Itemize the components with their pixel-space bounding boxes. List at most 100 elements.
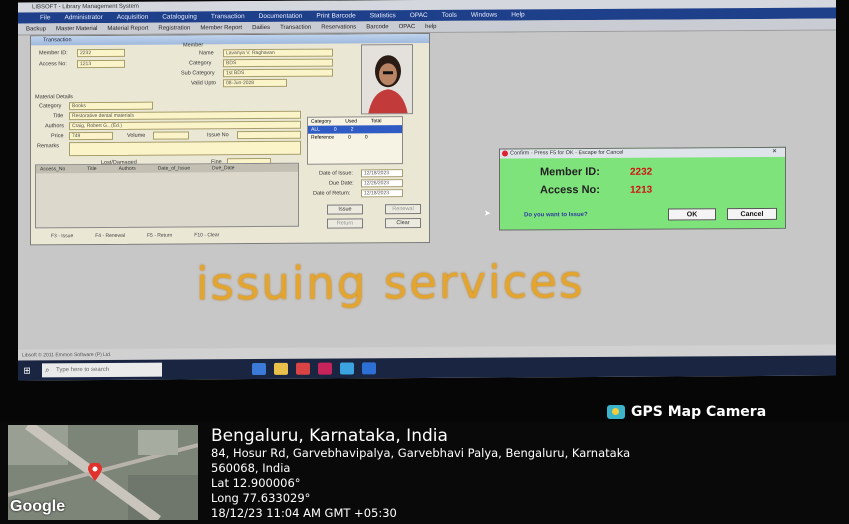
category-field: BDS (223, 58, 333, 68)
clear-button[interactable]: Clear (385, 218, 421, 229)
member-photo (361, 44, 413, 115)
member-section-label: Member (183, 42, 204, 49)
taskbar-search[interactable]: Type here to search (42, 362, 162, 378)
authors-field: Craig, Robert G., (Ed.) (69, 120, 301, 131)
gps-city: Bengaluru, Karnataka, India (211, 426, 448, 446)
category-limits-table: Category Used Total ALL 0 2 Reference 0 … (307, 116, 403, 165)
close-icon[interactable]: ✕ (772, 148, 777, 157)
gps-latitude: Lat 12.900006° (211, 476, 301, 490)
gps-longitude: Long 77.633029° (211, 491, 311, 505)
menu-cataloguing[interactable]: Cataloguing (162, 13, 197, 20)
authors-label: Authors (45, 123, 64, 130)
issue-button[interactable]: Issue (327, 204, 363, 215)
volume-label: Volume (127, 132, 146, 139)
confirm-access-no-label: Access No: (540, 183, 600, 197)
grid-col-date-of-issue: Date_of_Issue (157, 165, 191, 172)
menu-print-barcode[interactable]: Print Barcode (316, 12, 355, 19)
tool-reservations[interactable]: Reservations (321, 24, 356, 30)
google-logo: Google (10, 498, 66, 515)
confirm-member-id-value: 2232 (630, 166, 653, 178)
remarks-label: Remarks (37, 143, 60, 150)
libsoft-icon[interactable] (362, 362, 376, 375)
menu-administrator[interactable]: Administrator (64, 14, 102, 21)
windows-start-icon[interactable]: ⊞ (18, 360, 36, 380)
tool-backup[interactable]: Backup (26, 26, 46, 32)
cat-cell: 0 (364, 134, 368, 141)
date-of-return-field[interactable]: 12/18/2023 (361, 189, 403, 198)
issued-items-grid[interactable]: Access_No Title Authors Date_of_Issue Du… (35, 162, 299, 229)
return-button[interactable]: Return (327, 218, 363, 229)
due-date-label: Due Date: (329, 180, 354, 187)
date-of-return-label: Date of Return: (313, 190, 351, 197)
fkey-renewal: F4 - Renewal (95, 232, 125, 240)
folder-icon[interactable] (274, 362, 288, 375)
gps-postal: 560068, India (211, 461, 291, 475)
tool-master-material[interactable]: Master Material (56, 26, 97, 32)
material-category-label: Category (39, 103, 62, 110)
mouse-cursor-icon: ➤ (484, 208, 491, 218)
confirm-question: Do you want to Issue? (524, 212, 588, 219)
material-category-field: Books (69, 101, 153, 111)
tool-transaction[interactable]: Transaction (280, 24, 311, 30)
material-details-label: Material Details (35, 94, 73, 101)
app-icon[interactable] (318, 362, 332, 375)
menu-statistics[interactable]: Statistics (370, 12, 396, 19)
date-of-issue-field[interactable]: 12/18/2023 (361, 169, 403, 178)
confirm-access-no-value: 1213 (630, 184, 653, 196)
photo-frame: LIBSOFT - Library Management System File… (0, 0, 849, 524)
confirm-member-id-label: Member ID: (540, 165, 600, 179)
fkey-return: F5 - Return (146, 232, 173, 239)
fkey-clear: F10 - Clear (194, 232, 220, 239)
fkey-issue: F3 - Issue (51, 233, 74, 240)
grid-col-due-date: Due_Date (212, 165, 235, 172)
tool-dailies[interactable]: Dailies (252, 24, 270, 30)
menu-help[interactable]: Help (511, 11, 524, 18)
gps-brand: GPS Map Camera (607, 404, 766, 420)
renewal-button[interactable]: Renewal (385, 204, 421, 215)
menu-opac[interactable]: OPAC (410, 12, 428, 19)
transaction-window: Transaction Member Member ID: 2232 Acces… (30, 32, 430, 246)
cancel-button[interactable]: Cancel (727, 207, 777, 221)
date-of-issue-label: Date of Issue: (319, 170, 353, 177)
menu-documentation[interactable]: Documentation (259, 13, 303, 20)
cat-cell: 2 (350, 126, 354, 133)
gps-address: 84, Hosur Rd, Garvebhavipalya, Garvebhav… (211, 446, 631, 460)
member-id-field[interactable]: 2232 (77, 48, 125, 58)
cat-row-reference[interactable]: Reference 0 0 (308, 133, 402, 142)
gps-text-block: Bengaluru, Karnataka, India 84, Hosur Rd… (211, 426, 630, 521)
menu-acquisition[interactable]: Acquisition (117, 14, 148, 21)
tool-barcode[interactable]: Barcode (366, 24, 388, 30)
cat-cell: 0 (333, 126, 337, 133)
caption-overlay: issuing services (196, 255, 585, 311)
access-no-field[interactable]: 1213 (77, 59, 125, 69)
cat-col-category: Category (311, 118, 332, 125)
menu-windows[interactable]: Windows (471, 12, 497, 19)
ok-button[interactable]: OK (668, 208, 716, 221)
issue-no-field (237, 130, 301, 140)
menu-tools[interactable]: Tools (442, 12, 457, 19)
tool-registration[interactable]: Registration (158, 25, 190, 31)
store-icon[interactable] (340, 362, 354, 375)
menu-transaction[interactable]: Transaction (211, 13, 245, 20)
member-id-label: Member ID: (39, 50, 68, 57)
tool-opac[interactable]: OPAC (399, 24, 416, 30)
confirm-dialog: Confirm - Press F5 for OK - Escape for C… (499, 146, 786, 231)
cat-cell: Reference (311, 134, 335, 141)
menu-file[interactable]: File (40, 14, 50, 21)
location-pin-icon (88, 463, 102, 481)
chrome-icon[interactable] (296, 362, 310, 375)
due-date-field[interactable]: 12/26/2023 (361, 179, 403, 188)
confirm-titlebar: Confirm - Press F5 for OK - Escape for C… (500, 147, 785, 159)
name-label: Name (199, 50, 214, 57)
issue-no-label: Issue No (207, 132, 229, 139)
gps-datetime: 18/12/23 11:04 AM GMT +05:30 (211, 506, 397, 520)
app-workspace: Transaction Member Member ID: 2232 Acces… (18, 30, 836, 362)
tool-member-report[interactable]: Member Report (200, 25, 242, 31)
cat-col-used: Used (345, 118, 357, 125)
cat-cell: ALL (311, 126, 320, 133)
price-field: 749 (69, 131, 113, 141)
tool-material-report[interactable]: Material Report (107, 25, 148, 31)
grid-col-access-no: Access_No (40, 166, 66, 173)
tool-help[interactable]: help (425, 23, 436, 29)
edge-icon[interactable] (252, 362, 266, 376)
